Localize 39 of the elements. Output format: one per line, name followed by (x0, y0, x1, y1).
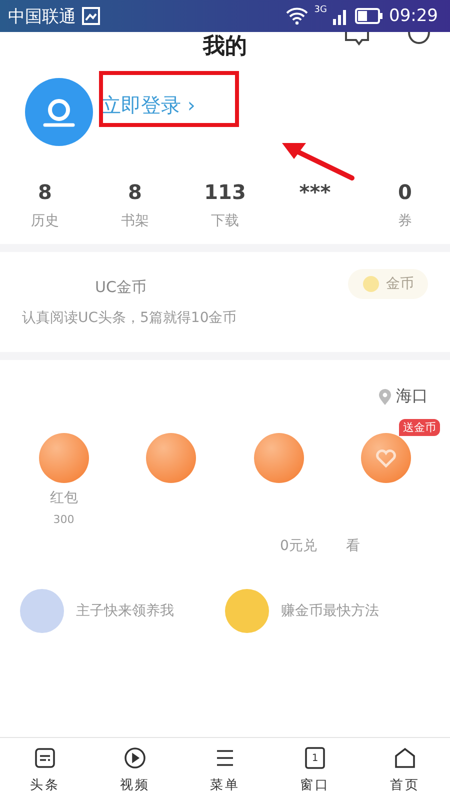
promo-text: 看 (346, 537, 360, 555)
carrier-name: 中国联通 (8, 6, 76, 28)
task-badge: 送金币 (399, 419, 440, 436)
coin-icon (362, 275, 380, 293)
nav-tab[interactable]: 1 窗口 (270, 742, 360, 800)
network-type: 3G (314, 5, 327, 15)
stat-value: 113 (204, 180, 246, 204)
page-title: 我的 (203, 34, 247, 60)
wifi-icon (286, 7, 308, 25)
location-text[interactable]: 海口 (396, 386, 428, 407)
signal-icon (333, 7, 349, 25)
coin-title: UC金币 (94, 278, 148, 296)
window-count: 1 (312, 752, 318, 764)
window-icon (303, 746, 327, 770)
nav-tab[interactable]: 菜单 (180, 742, 270, 800)
avatar[interactable] (25, 78, 93, 146)
stat-label: 下载 (211, 212, 239, 230)
stat-value: 8 (128, 180, 142, 204)
promo-text: 0元兑 (280, 537, 317, 555)
task-label: 红包 (50, 489, 78, 507)
location-pin-icon (378, 388, 392, 406)
nav-tab[interactable]: 头条 (0, 742, 90, 800)
image-icon (82, 7, 100, 25)
nav-tab[interactable]: 视频 (90, 742, 180, 800)
home-icon (393, 746, 417, 770)
battery-icon (355, 8, 383, 24)
stat-label: 券 (398, 212, 412, 230)
stat-value: 8 (38, 180, 52, 204)
coin-subtitle: 认真阅读UC头条，5篇就得10金币 (22, 308, 238, 326)
message-icon[interactable] (344, 32, 370, 46)
stat-value: *** (299, 180, 331, 204)
list-icon (33, 746, 57, 770)
stat-label: 历史 (31, 212, 59, 230)
stat-value: 0 (398, 180, 412, 204)
task-sublabel: 300 (53, 513, 74, 526)
clock: 09:29 (389, 6, 438, 26)
play-icon (123, 746, 147, 770)
stat-label: 书架 (121, 212, 149, 230)
nav-tab[interactable]: 首页 (360, 742, 450, 800)
